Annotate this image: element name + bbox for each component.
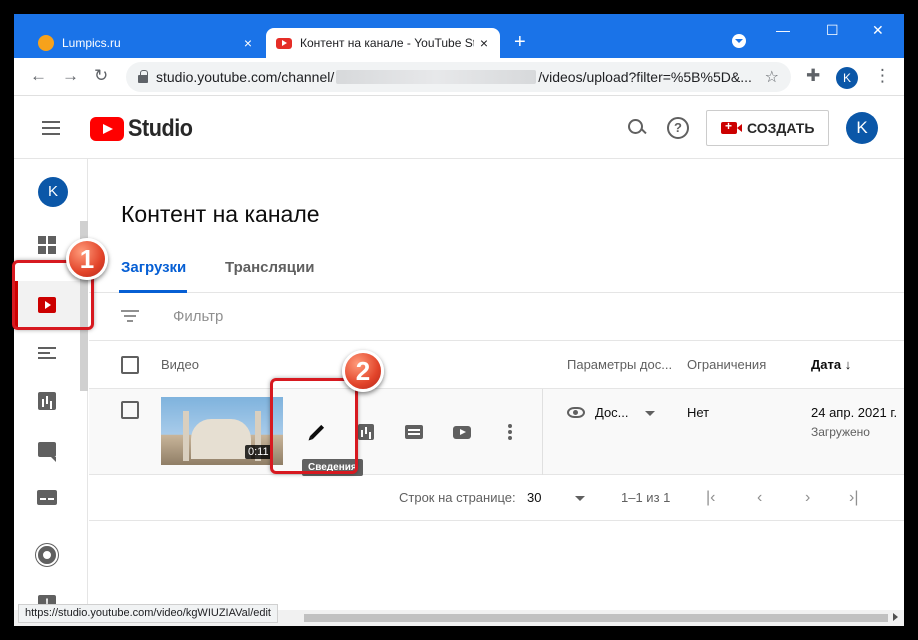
scroll-right-arrow-icon[interactable]	[893, 613, 898, 621]
sidebar-item-settings[interactable]	[14, 531, 80, 579]
first-page-icon[interactable]: |‹	[706, 489, 715, 507]
comments-icon[interactable]	[403, 421, 425, 443]
next-page-icon[interactable]: ›	[805, 489, 810, 507]
new-tab-button[interactable]: +	[514, 32, 526, 52]
help-icon[interactable]: ?	[667, 117, 689, 139]
search-icon[interactable]	[626, 117, 648, 139]
column-restrictions: Ограничения	[687, 357, 767, 372]
url-suffix: /videos/upload?filter=%5B%5D&...	[538, 69, 752, 85]
browser-window: Lumpics.ru × Контент на канале - YouTube…	[14, 14, 904, 626]
url-redacted	[336, 70, 537, 84]
page-range: 1–1 из 1	[621, 490, 671, 505]
callout-badge-2: 2	[342, 350, 384, 392]
tab-search-icon[interactable]	[732, 34, 746, 48]
tab-live[interactable]: Трансляции	[225, 259, 314, 276]
lock-icon	[138, 70, 148, 83]
tab-uploads[interactable]: Загрузки	[121, 259, 186, 276]
bookmark-star-icon[interactable]: ☆	[765, 67, 779, 87]
forward-arrow-icon[interactable]: →	[62, 66, 79, 86]
visibility-value[interactable]: Дос...	[595, 405, 629, 420]
filter-input[interactable]: Фильтр	[173, 308, 223, 325]
scrollbar-thumb[interactable]	[304, 614, 888, 622]
sidebar-item-playlists[interactable]	[14, 329, 80, 377]
settings-gear-icon	[38, 546, 56, 564]
highlight-box-details	[270, 378, 358, 474]
rows-per-page-label: Строк на странице:	[399, 490, 516, 505]
subtitles-icon	[37, 489, 57, 505]
tab-close-icon[interactable]: ×	[238, 35, 258, 51]
restrictions-value: Нет	[687, 405, 710, 420]
visibility-dropdown-icon[interactable]	[645, 411, 655, 416]
callout-badge-1: 1	[66, 238, 108, 280]
url-prefix: studio.youtube.com/channel/	[156, 69, 335, 85]
browser-tab-lumpics[interactable]: Lumpics.ru ×	[24, 28, 264, 58]
rows-per-page-dropdown-icon[interactable]	[575, 496, 585, 501]
hamburger-menu-icon[interactable]	[42, 121, 60, 135]
comments-icon	[38, 441, 56, 462]
analytics-icon[interactable]	[355, 421, 377, 443]
column-visibility: Параметры дос...	[567, 357, 673, 372]
profile-avatar[interactable]: K	[836, 67, 858, 89]
maximize-button[interactable]: ☐	[826, 22, 839, 39]
more-options-icon[interactable]	[499, 421, 521, 443]
browser-tab-studio[interactable]: Контент на канале - YouTube St ×	[266, 28, 500, 58]
filter-bar[interactable]: Фильтр	[89, 293, 904, 341]
create-button[interactable]: СОЗДАТЬ	[706, 110, 829, 146]
minimize-button[interactable]: —	[776, 22, 790, 38]
studio-sidebar: K !	[14, 159, 88, 611]
table-header: Видео Параметры дос... Ограничения Дата …	[89, 341, 904, 389]
table-row[interactable]: 0:11 Сведения Дос... Нет 24 апр. 2021 г.…	[89, 389, 904, 476]
dashboard-icon	[38, 236, 56, 254]
row-checkbox[interactable]	[121, 401, 139, 419]
filter-icon[interactable]	[121, 310, 139, 322]
address-bar[interactable]: studio.youtube.com/channel/ /videos/uplo…	[126, 62, 791, 92]
browser-toolbar: ← → ↻ studio.youtube.com/channel/ /video…	[14, 58, 904, 96]
create-button-label: СОЗДАТЬ	[747, 120, 815, 136]
browser-menu-icon[interactable]: ⋮	[874, 66, 891, 86]
page-title: Контент на канале	[121, 201, 320, 227]
account-avatar[interactable]: K	[846, 112, 878, 144]
column-date[interactable]: Дата ↓	[811, 357, 851, 372]
sidebar-item-analytics[interactable]	[14, 377, 80, 425]
rows-per-page-select[interactable]: 30	[527, 490, 541, 505]
view-on-youtube-icon[interactable]	[451, 421, 473, 443]
date-value: 24 апр. 2021 г.	[811, 405, 898, 420]
youtube-favicon-icon	[276, 35, 292, 51]
browser-titlebar: Lumpics.ru × Контент на канале - YouTube…	[14, 14, 904, 58]
studio-logo-text: Studio	[128, 115, 193, 142]
pagination: Строк на странице: 30 1–1 из 1 |‹ ‹ › ›|	[89, 475, 904, 521]
youtube-logo-icon	[90, 117, 124, 141]
select-all-checkbox[interactable]	[121, 356, 139, 374]
sidebar-item-comments[interactable]	[14, 425, 80, 473]
studio-header: Studio ? СОЗДАТЬ K	[14, 97, 904, 159]
sort-down-arrow-icon: ↓	[844, 357, 852, 372]
visibility-eye-icon	[567, 407, 585, 418]
video-duration: 0:11	[245, 445, 272, 459]
sidebar-item-subtitles[interactable]	[14, 473, 80, 521]
last-page-icon[interactable]: ›|	[849, 489, 858, 507]
column-video: Видео	[161, 357, 199, 372]
back-arrow-icon[interactable]: ←	[30, 66, 47, 86]
studio-logo[interactable]: Studio	[90, 115, 200, 143]
close-window-button[interactable]: ✕	[872, 22, 884, 39]
extensions-puzzle-icon[interactable]: ✚	[806, 66, 820, 86]
tab-title: Контент на канале - YouTube St	[300, 36, 474, 50]
row-divider	[542, 389, 543, 475]
column-date-label: Дата	[811, 357, 842, 372]
upload-status: Загружено	[811, 425, 870, 439]
status-bar-url: https://studio.youtube.com/video/kgWIUZI…	[18, 604, 278, 623]
create-video-icon	[721, 119, 742, 134]
prev-page-icon[interactable]: ‹	[757, 489, 762, 507]
tab-close-icon[interactable]: ×	[474, 35, 494, 51]
video-thumbnail[interactable]: 0:11	[161, 397, 283, 465]
content-main: Контент на канале Загрузки Трансляции Фи…	[89, 159, 904, 609]
playlists-icon	[38, 347, 56, 359]
lumpics-favicon-icon	[38, 35, 54, 51]
channel-avatar[interactable]: K	[38, 177, 68, 207]
content-tabs: Загрузки Трансляции	[89, 245, 904, 293]
reload-icon[interactable]: ↻	[94, 66, 108, 86]
tab-title: Lumpics.ru	[62, 36, 121, 50]
analytics-icon	[38, 392, 56, 410]
